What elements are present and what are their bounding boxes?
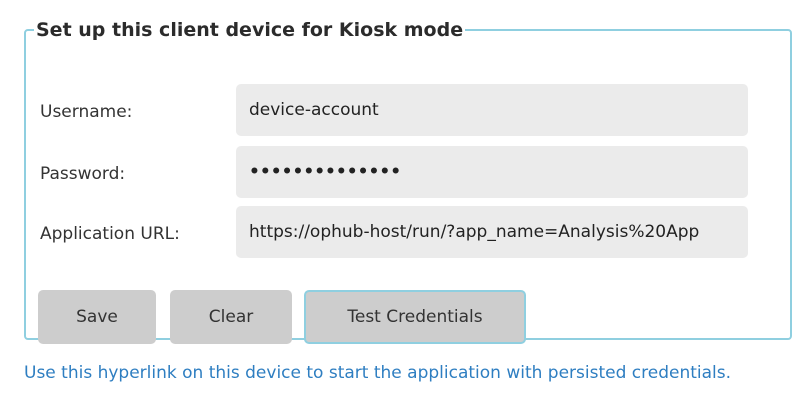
username-label: Username: [40, 102, 133, 122]
save-button[interactable]: Save [38, 290, 156, 344]
application-url-label: Application URL: [40, 224, 180, 244]
username-field[interactable]: device-account [236, 84, 748, 136]
kiosk-start-hyperlink[interactable]: Use this hyperlink on this device to sta… [24, 362, 731, 384]
kiosk-setup-group: Set up this client device for Kiosk mode… [24, 18, 792, 344]
password-label: Password: [40, 164, 126, 184]
kiosk-setup-legend: Set up this client device for Kiosk mode [36, 19, 464, 41]
application-url-field[interactable]: https://ophub-host/run/?app_name=Analysi… [236, 206, 748, 258]
password-field[interactable]: •••••••••••••• [236, 146, 748, 198]
kiosk-setup-page: Set up this client device for Kiosk mode… [0, 0, 796, 394]
test-credentials-button[interactable]: Test Credentials [304, 290, 526, 344]
clear-button[interactable]: Clear [170, 290, 292, 344]
